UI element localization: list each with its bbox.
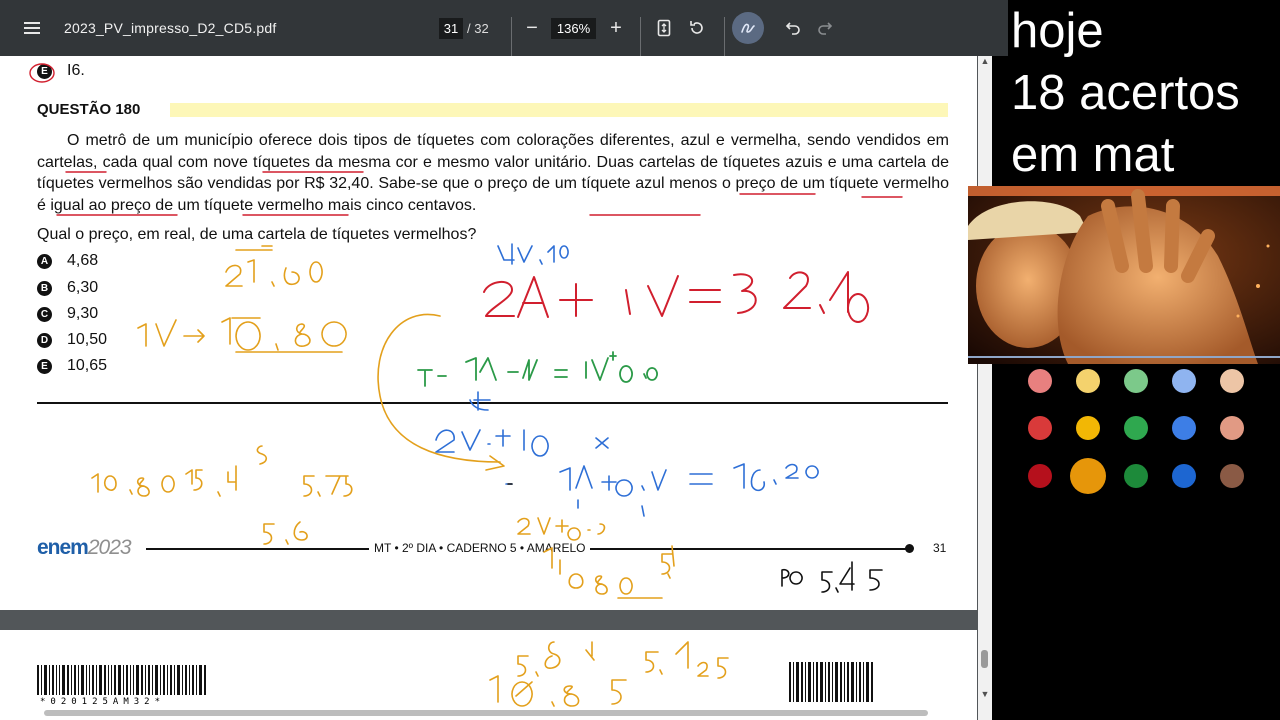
overlay-line: em mat	[1011, 128, 1175, 182]
color-swatch[interactable]	[1124, 369, 1148, 393]
option-text: 10,65	[67, 357, 108, 374]
scroll-down-icon[interactable]: ▼	[978, 689, 992, 699]
option-a[interactable]: A 4,68	[37, 250, 98, 272]
vertical-scroll-thumb[interactable]	[981, 650, 988, 668]
rotate-icon[interactable]	[683, 0, 711, 56]
webcam-image	[968, 186, 1280, 364]
menu-icon[interactable]	[14, 0, 50, 56]
barcode-right	[789, 662, 875, 702]
stream-overlay-text: hoje 18 acertos em mat	[1008, 0, 1280, 186]
vertical-scrollbar[interactable]	[978, 56, 992, 720]
option-text: 9,30	[67, 305, 99, 322]
option-text: I6.	[67, 62, 85, 79]
annotate-pen-icon[interactable]	[732, 12, 764, 44]
option-text: 10,50	[67, 331, 108, 348]
color-swatch[interactable]	[1028, 416, 1052, 440]
option-letter-badge: B	[37, 280, 52, 296]
question-title: QUESTÃO 180	[37, 101, 141, 118]
footer-caption: MT • 2º DIA • CADERNO 5 • AMARELO	[369, 541, 591, 555]
question-divider	[37, 402, 948, 404]
document-title: 2023_PV_impresso_D2_CD5.pdf	[64, 20, 277, 36]
zoom-out-icon[interactable]: −	[518, 0, 546, 56]
color-swatch[interactable]	[1076, 416, 1100, 440]
color-swatch[interactable]	[1220, 464, 1244, 488]
ink-color-palette	[1008, 364, 1280, 504]
question-statement: O metrô de um município oferece dois tip…	[37, 132, 949, 214]
printed-page-number: 31	[933, 541, 947, 555]
option-letter-badge: D	[37, 332, 52, 348]
color-swatch[interactable]	[1028, 369, 1052, 393]
barcode-left	[37, 665, 208, 695]
option-c[interactable]: C 9,30	[37, 303, 98, 325]
question-header-bar	[170, 103, 948, 117]
horizontal-scrollbar[interactable]	[44, 710, 928, 716]
color-swatch[interactable]	[1124, 464, 1148, 488]
option-letter-badge: C	[37, 306, 52, 322]
fit-page-icon[interactable]	[650, 0, 678, 56]
question-prompt: Qual o preço, em real, de uma cartela de…	[37, 226, 477, 243]
color-swatch[interactable]	[1124, 416, 1148, 440]
option-letter-badge: E	[37, 63, 52, 79]
option-e[interactable]: E 10,65	[37, 355, 107, 377]
overlay-line: 18 acertos	[1011, 66, 1240, 120]
zoom-input[interactable]: 136%	[551, 18, 596, 39]
pdf-page: E I6. QUESTÃO 180 O metrô de um municípi…	[0, 56, 977, 610]
page-number-input[interactable]: 31	[439, 18, 463, 39]
screen: 2023_PV_impresso_D2_CD5.pdf 31 / 32 − 13…	[0, 0, 1280, 720]
color-swatch[interactable]	[1220, 369, 1244, 393]
footer-dot	[905, 544, 914, 553]
option-letter-badge: A	[37, 253, 52, 269]
color-swatch[interactable]	[1076, 369, 1100, 393]
color-swatch[interactable]	[1172, 464, 1196, 488]
option-letter-badge: E	[37, 358, 52, 374]
color-swatch[interactable]	[1220, 416, 1244, 440]
page-total: / 32	[467, 20, 489, 36]
redo-icon[interactable]	[811, 0, 839, 56]
zoom-in-icon[interactable]: +	[602, 0, 630, 56]
pdf-toolbar: 2023_PV_impresso_D2_CD5.pdf 31 / 32 − 13…	[0, 0, 1008, 73]
color-swatch[interactable]	[1172, 416, 1196, 440]
document-viewport[interactable]: E I6. QUESTÃO 180 O metrô de um municípi…	[0, 56, 992, 720]
enem-logo-year: 2023	[87, 536, 132, 559]
webcam-feed	[968, 186, 1280, 364]
enem-logo: enem2023	[37, 536, 132, 560]
color-swatch-selected[interactable]	[1070, 458, 1106, 494]
option-b[interactable]: B 6,30	[37, 277, 98, 299]
enem-logo-text: enem	[37, 536, 89, 559]
undo-icon[interactable]	[779, 0, 807, 56]
option-text: 6,30	[67, 279, 99, 296]
pdf-next-page: *020125AM32*	[0, 630, 977, 720]
color-swatch[interactable]	[1028, 464, 1052, 488]
scroll-up-icon[interactable]: ▲	[978, 56, 992, 66]
option-d[interactable]: D 10,50	[37, 329, 107, 351]
barcode-text: *020125AM32*	[40, 697, 166, 707]
overlay-line: hoje	[1011, 4, 1104, 58]
option-text: 4,68	[67, 252, 99, 269]
previous-option-e: E I6.	[37, 62, 85, 80]
color-swatch[interactable]	[1172, 369, 1196, 393]
